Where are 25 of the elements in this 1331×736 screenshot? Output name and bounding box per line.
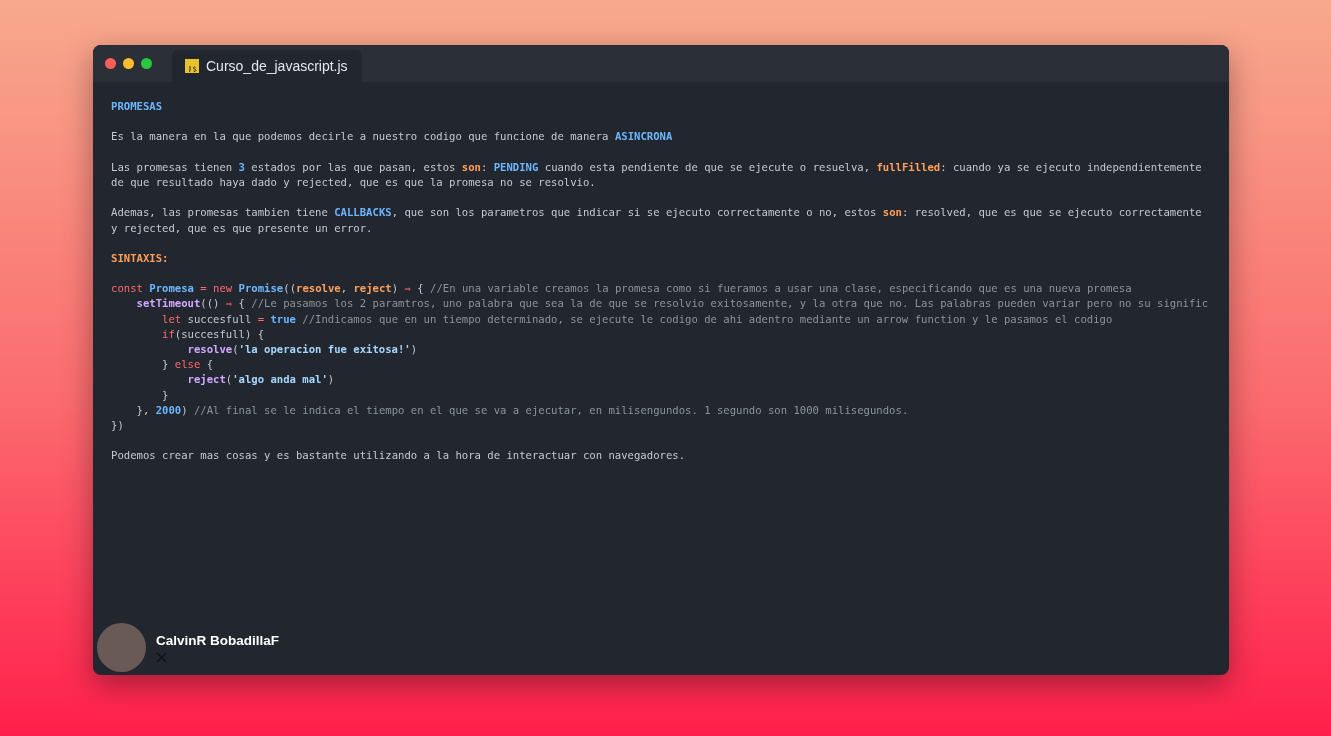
code-line: const Promesa = new Promise((resolve, reject) ⇒ { //En una variable creamos la promesa como si fueramos a usar una clase, especificando que es una nueva promesa	[111, 281, 1133, 297]
close-icon[interactable]	[105, 58, 116, 69]
code-line: Podemos crear mas cosas y es bastante utilizando a la hora de interactuar con navegadores.	[111, 448, 687, 464]
code-line: resolve('la operacion fue exitosa!')	[187, 342, 419, 357]
code-line: Es la manera en la que podemos decirle a nuestro codigo que funcione de manera ASINCRONA	[111, 129, 674, 145]
code-line: }	[162, 387, 170, 403]
code-line: setTimeout(() ⇒ { //Le pasamos los 2 paramtros, uno palabra que sea la de que se resolvio exitosamente, y la otra que no. Las palabras pueden variar pero no su signific	[136, 296, 1210, 312]
code-line: Ademas, las promesas tambien tiene CALLBACKS, que son los parametros que indicar si se ejecuto correctamente o no, estos son: resolved, que es que se ejecuto correctamente	[111, 205, 1203, 221]
code-line: let succesfull = true //Indicamos que en un tiempo determinado, se ejecute le codigo de ahi adentro mediante un arrow function y le pasamos el codigo	[162, 311, 1114, 327]
avatar-circle	[97, 623, 146, 672]
code-line: if(succesfull) {	[162, 326, 266, 342]
js-file-icon	[185, 59, 199, 73]
code-line: reject('algo anda mal')	[187, 372, 336, 388]
code-line: })	[111, 417, 125, 433]
maximize-icon[interactable]	[141, 58, 152, 69]
code-line: Las promesas tienen 3 estados por las que pasan, estos son: PENDING cuando esta pendiente de que se ejecute o resuelva, fullFilled: cuando ya se ejecuto independientemente	[111, 159, 1203, 175]
code-line: SINTAXIS:	[111, 250, 170, 266]
author-name: CalvinR BobadillaF	[156, 632, 280, 648]
code-line: } else {	[162, 357, 215, 373]
code-line: PROMESAS	[111, 99, 164, 114]
code-line: y rejected, que es que presente un error.	[111, 220, 374, 236]
code-line: de que resultado haya dado y rejected, que es que la promesa no se resolvio.	[111, 174, 597, 190]
minimize-icon[interactable]	[123, 58, 134, 69]
code-line: }, 2000) //Al final se le indica el tiempo en el que se va a ejecutar, en milisengundos. 1 segundo son 1000 milisegundos.	[136, 402, 910, 418]
file-tab[interactable]: Curso_de_javascript.js	[172, 50, 362, 82]
